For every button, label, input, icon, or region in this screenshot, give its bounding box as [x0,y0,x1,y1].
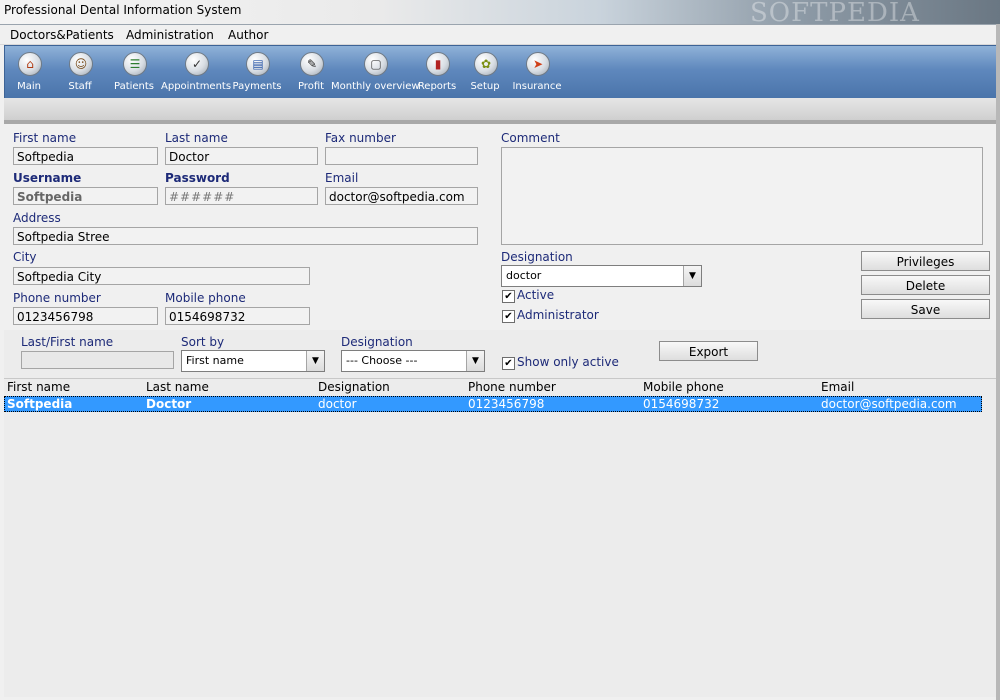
filter-name-label: Last/First name [21,335,114,349]
designation-label: Designation [501,250,573,264]
title-bar: Professional Dental Information System S… [0,0,1000,28]
save-button[interactable]: Save [861,299,990,319]
show-only-active-label: Show only active [517,355,619,369]
toolbar-main-button[interactable]: ⌂ Main [11,46,47,98]
menu-administration[interactable]: Administration [126,28,214,42]
filter-designation-value: --- Choose --- [346,354,418,367]
phone-label: Phone number [13,291,101,305]
table-cell: doctor [318,397,357,411]
address-field[interactable]: Softpedia Stree [13,227,478,245]
password-field[interactable]: ###### [165,187,318,205]
comment-textarea[interactable] [501,147,983,245]
column-header-first-name[interactable]: First name [7,380,70,394]
table-cell: Softpedia [7,397,73,411]
window-title: Professional Dental Information System [4,3,242,17]
profit-icon: ✎ [300,52,324,76]
chevron-down-icon[interactable]: ▼ [683,266,701,286]
filter-designation-label: Designation [341,335,413,349]
email-field[interactable]: doctor@softpedia.com [325,187,478,205]
insurance-icon: ➤ [526,52,550,76]
comment-label: Comment [501,131,560,145]
sort-by-value: First name [186,354,244,367]
staff-table [4,378,996,697]
toolbar-monthly-overview-button[interactable]: ▢ Monthly overview [331,46,420,98]
delete-button[interactable]: Delete [861,275,990,295]
toolbar-insurance-button[interactable]: ➤ Insurance [509,46,565,98]
active-checkbox[interactable]: ✔ [502,290,515,303]
show-only-active-checkbox[interactable]: ✔ [502,357,515,370]
toolbar: ⌂ Main ☺ Staff ☰ Patients ✓ Appointments… [4,45,998,99]
city-field[interactable]: Softpedia City [13,267,310,285]
table-cell: 0154698732 [643,397,720,411]
filter-designation-select[interactable]: --- Choose --- ▼ [341,350,485,372]
sort-by-label: Sort by [181,335,225,349]
table-cell: Doctor [146,397,192,411]
first-name-field[interactable]: Softpedia [13,147,158,165]
designation-value: doctor [506,269,542,282]
toolbar-setup-button[interactable]: ✿ Setup [467,46,503,98]
column-header-last-name[interactable]: Last name [146,380,209,394]
city-label: City [13,250,37,264]
menu-author[interactable]: Author [228,28,268,42]
toolbar-appointments-button[interactable]: ✓ Appointments [161,46,231,98]
column-header-designation[interactable]: Designation [318,380,390,394]
chevron-down-icon[interactable]: ▼ [466,351,484,371]
email-label: Email [325,171,359,185]
payments-icon: ▤ [246,52,270,76]
filter-name-field[interactable] [21,351,174,369]
active-label: Active [517,288,555,302]
toolbar-reports-button[interactable]: ▮ Reports [417,46,457,98]
last-name-field[interactable]: Doctor [165,147,318,165]
password-label: Password [165,171,230,185]
administrator-checkbox[interactable]: ✔ [502,310,515,323]
menu-doctors-patients[interactable]: Doctors&Patients [10,28,114,42]
separator [4,120,996,124]
table-cell: doctor@softpedia.com [821,397,957,411]
column-header-mobile[interactable]: Mobile phone [643,380,724,394]
username-label: Username [13,171,82,185]
table-cell: 0123456798 [468,397,545,411]
mobile-label: Mobile phone [165,291,246,305]
sort-by-select[interactable]: First name ▼ [181,350,325,372]
privileges-button[interactable]: Privileges [861,251,990,271]
export-button[interactable]: Export [659,341,758,361]
home-icon: ⌂ [18,52,42,76]
fax-label: Fax number [325,131,396,145]
column-header-phone[interactable]: Phone number [468,380,556,394]
toolbar-profit-button[interactable]: ✎ Profit [295,46,327,98]
monthly-overview-icon: ▢ [364,52,388,76]
address-label: Address [13,211,61,225]
column-header-email[interactable]: Email [821,380,854,394]
toolbar-patients-button[interactable]: ☰ Patients [111,46,157,98]
patients-icon: ☰ [123,52,147,76]
first-name-label: First name [13,131,77,145]
chevron-down-icon[interactable]: ▼ [306,351,324,371]
window-edge [996,24,1000,700]
administrator-label: Administrator [517,308,599,322]
designation-select[interactable]: doctor ▼ [501,265,702,287]
toolbar-payments-button[interactable]: ▤ Payments [231,46,283,98]
setup-icon: ✿ [474,52,498,76]
staff-icon: ☺ [69,52,93,76]
username-field[interactable]: Softpedia [13,187,158,205]
reports-icon: ▮ [426,52,450,76]
mobile-field[interactable]: 0154698732 [165,307,310,325]
toolbar-staff-button[interactable]: ☺ Staff [63,46,97,98]
sub-toolbar [4,98,996,121]
watermark: SOFTPEDIA [750,0,920,28]
appointments-icon: ✓ [185,52,209,76]
fax-field[interactable] [325,147,478,165]
menu-bar: Doctors&Patients Administration Author [0,25,1000,45]
last-name-label: Last name [165,131,228,145]
phone-field[interactable]: 0123456798 [13,307,158,325]
